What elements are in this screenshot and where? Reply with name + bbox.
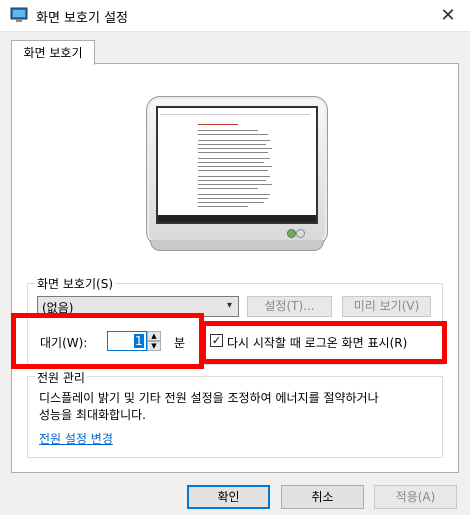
- monitor-base: [150, 240, 324, 251]
- chevron-down-icon: ▾: [226, 300, 232, 311]
- tab-screensaver[interactable]: 화면 보호기: [11, 40, 95, 65]
- cancel-button[interactable]: 취소: [281, 485, 364, 509]
- close-icon[interactable]: ✕: [426, 0, 470, 31]
- preview-taskbar: [158, 215, 316, 222]
- wait-highlight-box: [11, 313, 204, 369]
- power-group-label: 전원 관리: [35, 369, 87, 386]
- power-description-line1: 디스플레이 밝기 및 기타 전원 설정을 조정하여 에너지를 절약하거나: [39, 391, 379, 405]
- title-bar: 화면 보호기 설정 ✕: [0, 0, 470, 32]
- window-title: 화면 보호기 설정: [36, 11, 128, 26]
- power-description: 디스플레이 밝기 및 기타 전원 설정을 조정하여 에너지를 절약하거나 성능을…: [39, 390, 379, 424]
- power-button-icon: [296, 229, 305, 238]
- screensaver-app-icon: [10, 7, 28, 22]
- ok-button[interactable]: 확인: [187, 485, 270, 509]
- power-led-icon: [287, 229, 296, 238]
- power-description-line2: 성능을 최대화합니다.: [39, 408, 146, 422]
- settings-button[interactable]: 설정(T)...: [247, 296, 332, 317]
- screensaver-group-label: 화면 보호기(S): [35, 275, 115, 292]
- checkbox-highlight-box: [201, 321, 447, 364]
- power-settings-link[interactable]: 전원 설정 변경: [39, 430, 113, 447]
- apply-button[interactable]: 적용(A): [374, 485, 457, 509]
- preview-screen: [156, 106, 318, 224]
- preview-button[interactable]: 미리 보기(V): [342, 296, 431, 317]
